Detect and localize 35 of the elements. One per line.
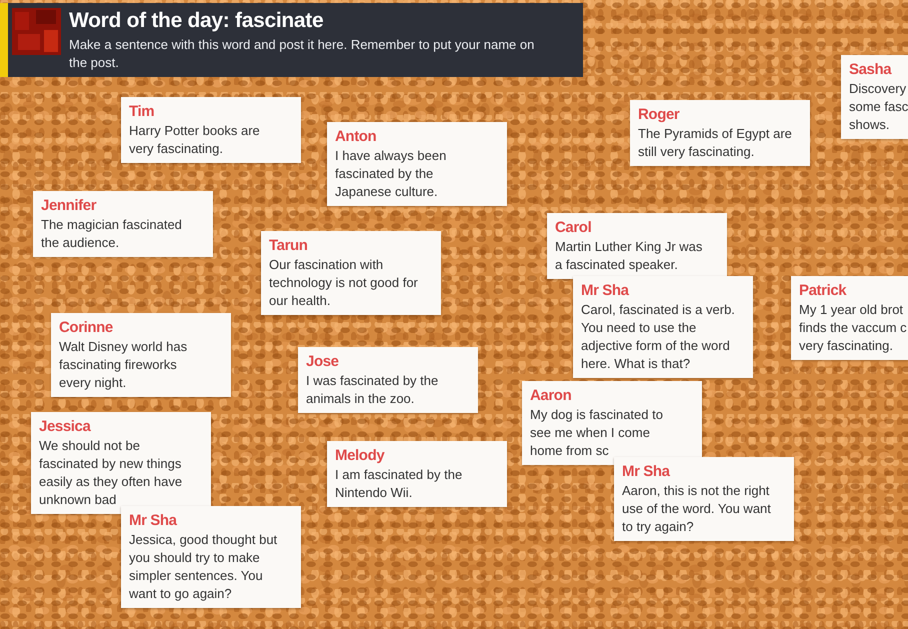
- note-text: Jessica, good thought but you should try to make simpler sentences. You want to go again?: [129, 531, 278, 603]
- author-name: Tarun: [269, 236, 308, 256]
- author-name: Jose: [306, 352, 339, 372]
- author-name: Tim: [129, 102, 154, 122]
- author-name: Jennifer: [41, 196, 96, 216]
- note-text: The magician fascinated the audience.: [41, 216, 182, 252]
- author-name: Melody: [335, 446, 384, 466]
- author-name: Aaron: [530, 386, 572, 406]
- author-name: Anton: [335, 127, 376, 147]
- note-text: We should not be fascinated by new things easily as they often have unknown bad: [39, 437, 182, 509]
- author-name: Jessica: [39, 417, 90, 437]
- author-name: Patrick: [799, 281, 846, 301]
- author-name: Carol: [555, 218, 592, 238]
- note-text: Discovery some fasc shows.: [849, 80, 908, 134]
- board-title: Word of the day: fascinate: [69, 8, 324, 34]
- note-text: My dog is fascinated to see me when I come home from sc: [530, 406, 663, 460]
- author-name: Mr Sha: [129, 511, 177, 531]
- author-name: Sasha: [849, 60, 892, 80]
- note-text: Our fascination with technology is not good for our health.: [269, 256, 418, 310]
- note-text: I have always been fascinated by the Japanese culture.: [335, 147, 446, 201]
- note-text: Harry Potter books are very fascinating.: [129, 122, 260, 158]
- note-text: Carol, fascinated is a verb. You need to use the adjective form of the word here. What is that?: [581, 301, 735, 373]
- image-placeholder: [12, 8, 61, 55]
- author-name: Roger: [638, 105, 680, 125]
- note-text: I am fascinated by the Nintendo Wii.: [335, 466, 462, 502]
- board-description: Make a sentence with this word and post it here. Remember to put your name on the post.: [69, 36, 534, 72]
- author-name: Mr Sha: [622, 462, 670, 482]
- note-text: Aaron, this is not the right use of the word. You want to try again?: [622, 482, 771, 536]
- note-text: I was fascinated by the animals in the zoo.: [306, 372, 438, 408]
- note-text: Martin Luther King Jr was a fascinated speaker.: [555, 238, 702, 274]
- author-name: Corinne: [59, 318, 113, 338]
- note-text: The Pyramids of Egypt are still very fascinating.: [638, 125, 792, 161]
- note-text: My 1 year old brot finds the vaccum c very fascinating.: [799, 301, 907, 355]
- author-name: Mr Sha: [581, 281, 629, 301]
- note-text: Walt Disney world has fascinating fireworks every night.: [59, 338, 188, 392]
